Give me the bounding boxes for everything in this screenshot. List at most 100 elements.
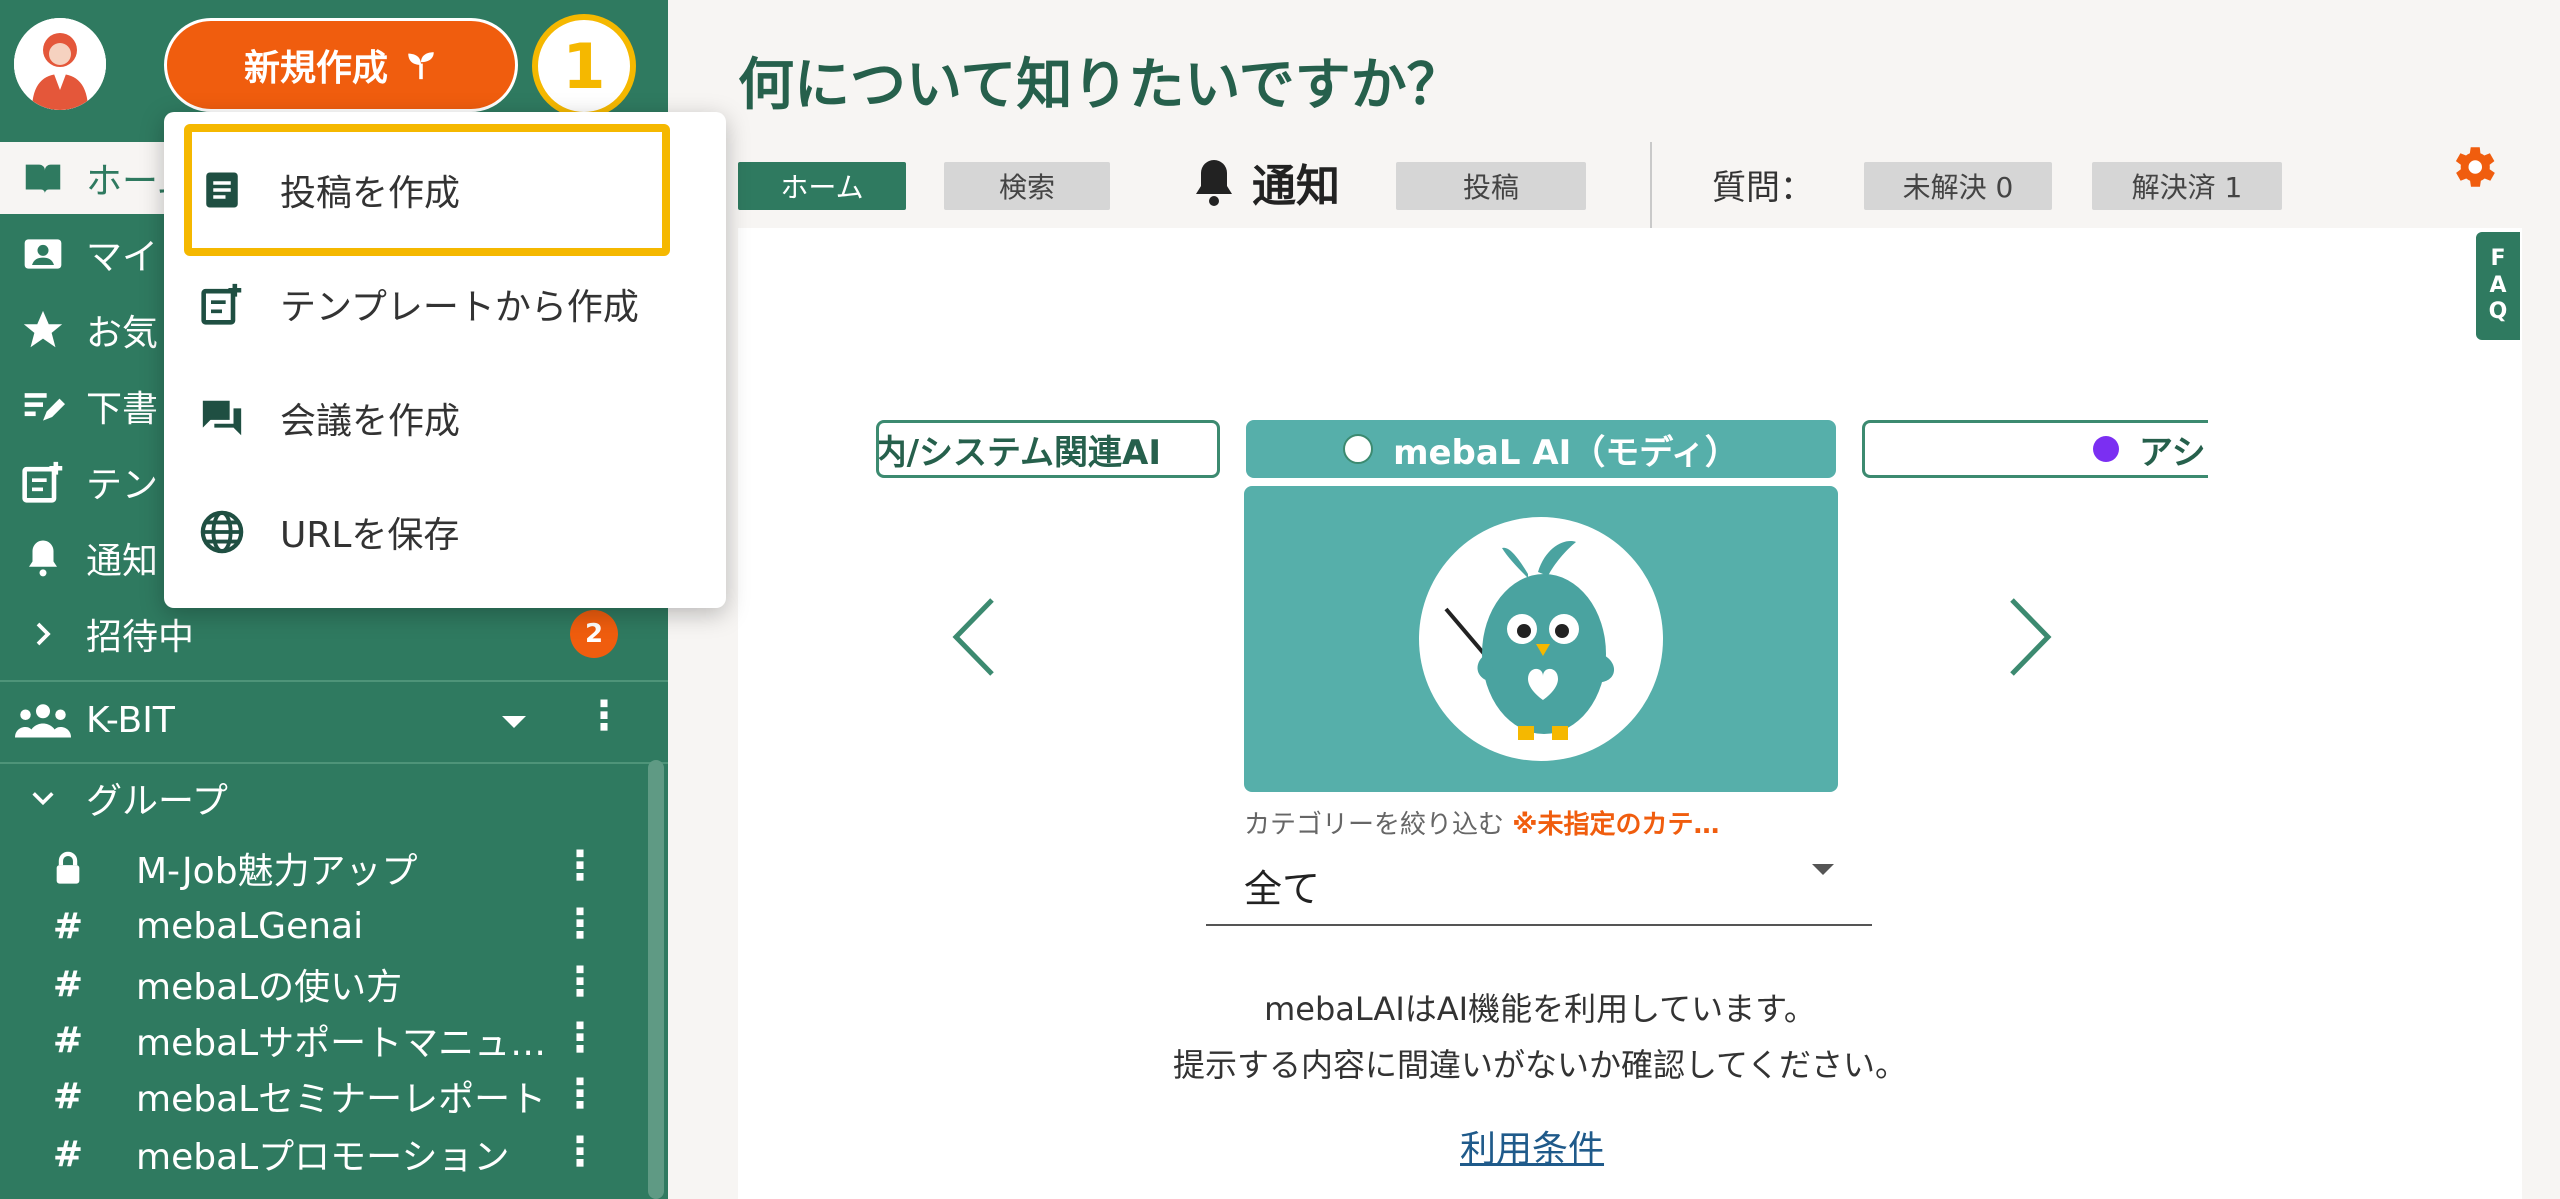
question-label: 質問： xyxy=(1712,168,1814,208)
ai-notice-line-1: mebaLAIはAI機能を利用しています。 xyxy=(1264,990,1816,1028)
ai-card-name: mebaL AI（モディ） xyxy=(1393,432,1739,473)
faq-side-tab[interactable]: F A Q xyxy=(2476,232,2520,340)
hash-icon: # xyxy=(52,1019,84,1061)
page-title: 何について知りたいですか？ xyxy=(738,53,1463,118)
highlight-frame xyxy=(184,124,670,256)
new-create-button[interactable]: 新規作成 xyxy=(164,18,518,112)
resolved-questions-button[interactable]: 解決済 1 xyxy=(2092,162,2282,210)
group-people-icon xyxy=(0,702,86,738)
hash-icon: # xyxy=(52,1133,84,1175)
sidebar-item-label: 招待中 xyxy=(86,617,195,658)
group-label: mebaLの使い方 xyxy=(136,967,403,1008)
tab-home[interactable]: ホーム xyxy=(738,162,906,210)
group-label: mebaLプロモーション xyxy=(136,1137,510,1178)
meeting-icon xyxy=(164,395,280,441)
new-create-label: 新規作成 xyxy=(243,48,388,89)
bell-icon xyxy=(1196,160,1232,206)
group-item[interactable]: # mebaLサポートマニュ… ⋮ xyxy=(0,1012,668,1068)
group-item[interactable]: M-Job魅力アップ ⋮ xyxy=(0,840,668,896)
group-label: mebaLGenai xyxy=(136,905,364,947)
group-more-icon[interactable]: ⋮ xyxy=(560,1074,600,1114)
group-item[interactable]: # mebaLセミナーレポート ⋮ xyxy=(0,1068,668,1124)
tab-notifications[interactable]: 通知 xyxy=(1190,150,1340,214)
tab-posts[interactable]: 投稿 xyxy=(1396,162,1586,210)
terms-of-use-link[interactable]: 利用条件 xyxy=(1460,1120,1604,1172)
book-icon xyxy=(0,155,86,201)
ai-card-current-label[interactable]: mebaL AI（モディ） xyxy=(1246,420,1836,478)
hash-icon: # xyxy=(52,1075,84,1117)
group-more-icon[interactable]: ⋮ xyxy=(560,904,600,944)
carousel-prev-arrow-icon[interactable] xyxy=(948,596,998,682)
group-item[interactable]: # mebaLGenai ⋮ xyxy=(0,898,668,954)
invitation-count-badge: 2 xyxy=(570,610,618,658)
ai-notice-line-2: 提示する内容に間違いがないか確認してください。 xyxy=(1172,1046,1908,1084)
ai-character-card[interactable] xyxy=(1244,486,1838,792)
tab-search[interactable]: 検索 xyxy=(944,162,1110,210)
contact-icon xyxy=(0,232,86,276)
bell-icon xyxy=(0,537,86,579)
chevron-down-icon xyxy=(0,784,86,812)
category-caption-text: カテゴリーを絞り込む xyxy=(1244,810,1505,840)
caret-down-icon[interactable] xyxy=(502,716,526,728)
group-item[interactable]: # mebaLの使い方 ⋮ xyxy=(0,956,668,1012)
star-icon xyxy=(0,307,86,353)
group-label: mebaLセミナーレポート xyxy=(136,1079,547,1120)
group-more-icon[interactable]: ⋮ xyxy=(560,1018,600,1058)
team-selector[interactable]: K-BIT ⋮ xyxy=(0,684,668,756)
hash-icon: # xyxy=(52,905,84,947)
group-label: mebaLサポートマニュ… xyxy=(136,1023,547,1064)
step-number-badge: 1 xyxy=(532,14,636,118)
menu-item-create-meeting[interactable]: 会議を作成 xyxy=(164,368,726,468)
color-dot-icon xyxy=(2093,436,2119,462)
sidebar-scrollbar[interactable] xyxy=(648,760,664,1199)
header-divider xyxy=(1650,142,1652,228)
sidebar-item-label: テン xyxy=(86,465,159,506)
menu-item-label: 会議を作成 xyxy=(280,401,461,442)
hash-icon: # xyxy=(52,963,84,1005)
faq-letter: Q xyxy=(2488,299,2508,325)
group-label: M-Job魅力アップ xyxy=(136,851,418,892)
bird-mascot-icon xyxy=(1419,517,1663,761)
group-more-icon[interactable]: ⋮ xyxy=(560,846,600,886)
group-more-icon[interactable]: ⋮ xyxy=(560,962,600,1002)
ai-card-name: 内/システム関連AI xyxy=(876,432,1161,473)
draft-icon xyxy=(0,384,86,428)
sidebar-item-invitations[interactable]: 招待中 2 xyxy=(0,598,668,670)
menu-item-label: テンプレートから作成 xyxy=(280,287,639,328)
avatar-icon xyxy=(14,18,106,110)
team-more-icon[interactable]: ⋮ xyxy=(584,696,624,736)
category-select-value: 全て xyxy=(1244,867,1321,911)
faq-letter: A xyxy=(2489,272,2507,298)
sidebar-item-label: 通知 xyxy=(86,541,159,582)
faq-letter: F xyxy=(2490,246,2506,272)
team-name: K-BIT xyxy=(86,699,175,741)
group-more-icon[interactable]: ⋮ xyxy=(560,1132,600,1172)
sidebar-item-label: 下書 xyxy=(86,389,159,430)
ai-card-prev-label[interactable]: 内/システム関連AI xyxy=(876,420,1220,478)
lock-icon xyxy=(0,851,136,885)
template-icon xyxy=(164,282,280,326)
user-avatar[interactable] xyxy=(14,18,106,110)
category-filter-caption: カテゴリーを絞り込む ※未指定のカテ… xyxy=(1244,804,1720,841)
globe-icon xyxy=(164,509,280,555)
sidebar-item-label: お気 xyxy=(86,313,159,354)
notification-tab-label: 通知 xyxy=(1252,161,1340,212)
caret-down-icon xyxy=(1812,864,1834,875)
menu-item-save-url[interactable]: URLを保存 xyxy=(164,482,726,582)
ai-card-next-label[interactable]: アシ xyxy=(1862,420,2208,478)
sidebar-item-label: マイ xyxy=(86,237,159,278)
sprout-icon xyxy=(408,52,434,80)
group-item[interactable]: # mebaLプロモーション ⋮ xyxy=(0,1126,668,1182)
menu-item-create-from-template[interactable]: テンプレートから作成 xyxy=(164,254,726,354)
groups-header-label: グループ xyxy=(86,781,228,822)
sidebar-divider xyxy=(0,762,668,764)
template-icon xyxy=(0,460,86,504)
groups-section-header[interactable]: グループ xyxy=(0,770,668,826)
category-select[interactable]: 全て xyxy=(1206,850,1872,926)
settings-gear-icon[interactable] xyxy=(2446,140,2500,198)
ai-card-name: アシ xyxy=(2139,432,2206,473)
unresolved-questions-button[interactable]: 未解決 0 xyxy=(1864,162,2052,210)
radio-selected-icon xyxy=(1343,434,1374,464)
sidebar-divider xyxy=(0,680,668,682)
carousel-next-arrow-icon[interactable] xyxy=(2006,596,2056,682)
